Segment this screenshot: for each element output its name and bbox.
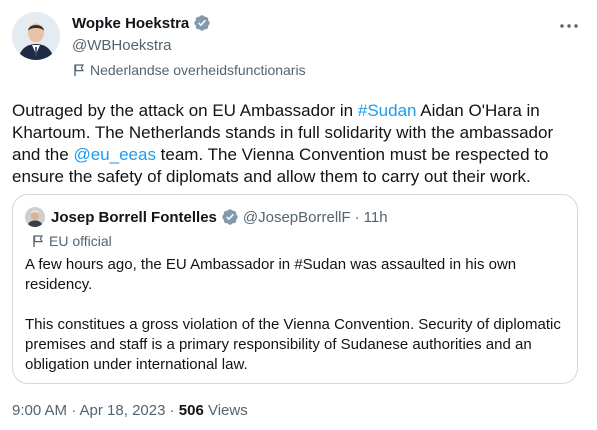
flag-icon bbox=[33, 235, 44, 247]
quote-text: A few hours ago, the EU Ambassador in #S… bbox=[25, 255, 565, 375]
author-affiliation-label: Nederlandse overheidsfunctionaris bbox=[90, 62, 306, 78]
quote-affiliation: EU official bbox=[31, 233, 112, 249]
flag-icon bbox=[74, 64, 85, 76]
views-label: Views bbox=[203, 402, 248, 419]
more-options-button[interactable] bbox=[557, 14, 581, 38]
quote-separator: · bbox=[354, 208, 360, 226]
quote-affiliation-label: EU official bbox=[49, 233, 112, 249]
views-count[interactable]: 506 bbox=[179, 402, 204, 419]
verified-badge-icon[interactable] bbox=[193, 14, 211, 32]
author-avatar-image bbox=[12, 12, 60, 60]
tweet-text: Outraged by the attack on EU Ambassador … bbox=[12, 100, 584, 188]
quote-author-name[interactable]: Josep Borrell Fontelles bbox=[51, 209, 217, 226]
author-handle[interactable]: @WBHoekstra bbox=[72, 37, 171, 54]
author-affiliation: Nederlandse overheidsfunctionaris bbox=[72, 62, 306, 78]
author-avatar[interactable] bbox=[12, 12, 60, 60]
verified-badge-icon[interactable] bbox=[221, 208, 239, 226]
author-display-name[interactable]: Wopke Hoekstra bbox=[72, 15, 189, 32]
quote-timestamp[interactable]: 11h bbox=[364, 209, 388, 226]
quote-paragraph: This constitues a gross violation of the… bbox=[25, 316, 561, 373]
tweet-text-part: Outraged by the attack on EU Ambassador … bbox=[12, 101, 358, 120]
hashtag-link[interactable]: #Sudan bbox=[358, 101, 417, 120]
post-timestamp[interactable]: 9:00 AM · Apr 18, 2023 · bbox=[12, 402, 179, 419]
quoted-tweet[interactable]: Josep Borrell Fontelles @JosepBorrellF ·… bbox=[12, 194, 578, 384]
more-options-icon bbox=[560, 24, 578, 28]
quote-paragraph: A few hours ago, the EU Ambassador in #S… bbox=[25, 256, 517, 293]
quote-author-avatar[interactable] bbox=[25, 207, 45, 227]
quote-author-handle[interactable]: @JosepBorrellF bbox=[243, 209, 351, 226]
mention-link[interactable]: @eu_eeas bbox=[73, 145, 156, 164]
tweet-footer: 9:00 AM · Apr 18, 2023 · 506 Views bbox=[12, 402, 248, 419]
quote-avatar-image bbox=[25, 207, 45, 227]
